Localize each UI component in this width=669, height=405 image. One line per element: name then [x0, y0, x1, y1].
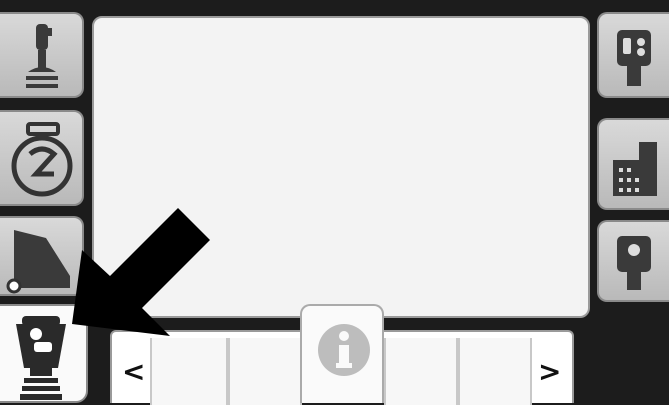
stopwatch-button[interactable]	[0, 110, 84, 206]
sensor-button[interactable]	[597, 220, 669, 302]
remote-control-button[interactable]	[597, 12, 669, 98]
info-button[interactable]	[300, 304, 384, 403]
nav-slot[interactable]	[384, 338, 458, 405]
remote-control-icon	[617, 30, 651, 86]
joystick-button[interactable]	[0, 12, 84, 98]
info-icon	[318, 324, 370, 376]
nav-slot[interactable]	[228, 338, 302, 405]
pointer-arrow-icon	[72, 208, 210, 336]
nav-slot[interactable]	[458, 338, 532, 405]
building-icon	[613, 142, 657, 196]
nav-slot[interactable]	[150, 338, 228, 405]
prev-button[interactable]: <	[122, 358, 145, 386]
stopwatch-icon	[11, 122, 73, 197]
joystick-icon	[26, 24, 58, 88]
building-button[interactable]	[597, 118, 669, 210]
sensor-icon	[617, 236, 651, 290]
next-button[interactable]: >	[538, 358, 561, 386]
